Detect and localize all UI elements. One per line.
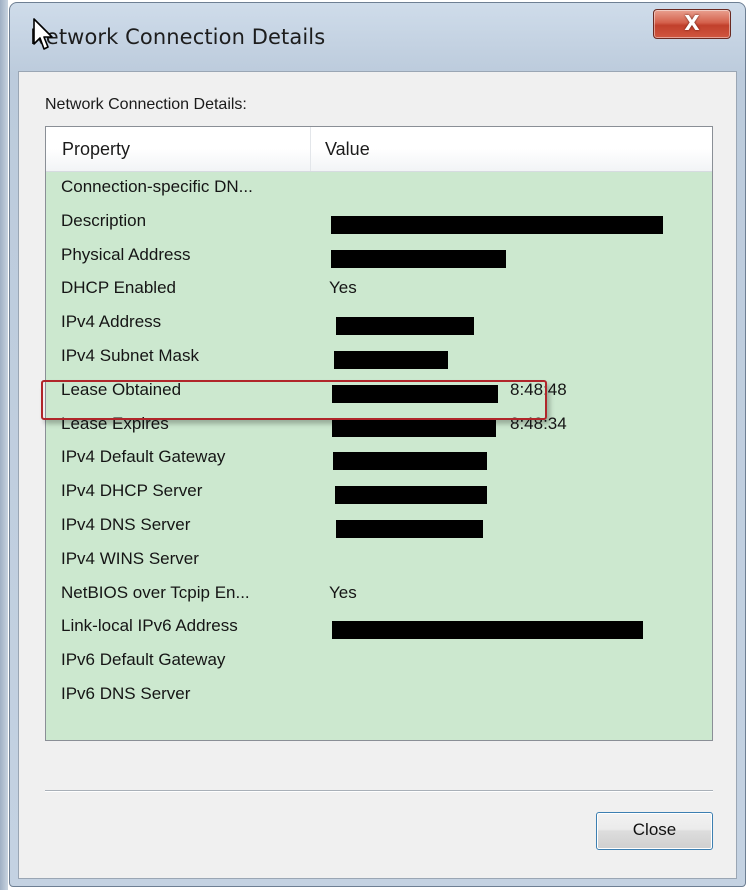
list-item[interactable]: IPv4 Default Gateway bbox=[46, 443, 712, 477]
property-cell: Connection-specific DN... bbox=[61, 177, 253, 196]
property-cell: IPv4 DNS Server bbox=[61, 514, 191, 534]
redacted-value bbox=[331, 215, 663, 234]
list-item[interactable]: DHCP Enabled Yes bbox=[46, 274, 712, 308]
property-cell: IPv6 Default Gateway bbox=[61, 650, 226, 670]
list-item[interactable]: IPv6 Default Gateway bbox=[46, 646, 712, 680]
window-title: Network Connection Details bbox=[30, 25, 326, 49]
value-cell: Yes bbox=[329, 278, 357, 298]
redacted-value bbox=[332, 418, 496, 437]
property-cell: IPv4 DHCP Server bbox=[61, 481, 203, 501]
property-cell: IPv4 Subnet Mask bbox=[61, 345, 199, 365]
list-rows: Connection-specific DN... Description Ph… bbox=[46, 173, 712, 714]
dialog-content: Network Connection Details: Property Val… bbox=[18, 71, 737, 879]
redacted-value bbox=[331, 249, 506, 268]
desktop-background bbox=[0, 0, 8, 890]
list-item[interactable]: Description bbox=[46, 207, 712, 241]
list-item[interactable]: IPv6 DNS Server bbox=[46, 680, 712, 714]
details-label: Network Connection Details: bbox=[45, 96, 247, 113]
list-item[interactable]: IPv4 DNS Server bbox=[46, 511, 712, 545]
mouse-cursor-icon bbox=[33, 18, 53, 50]
property-cell: IPv6 DNS Server bbox=[61, 683, 191, 703]
list-item[interactable]: IPv4 DHCP Server bbox=[46, 477, 712, 511]
divider bbox=[45, 790, 713, 792]
column-header-property[interactable]: Property bbox=[46, 127, 311, 171]
property-cell: IPv4 Address bbox=[61, 312, 162, 332]
redacted-value bbox=[333, 452, 487, 471]
redacted-value bbox=[336, 519, 483, 538]
column-header-value[interactable]: Value bbox=[312, 127, 712, 171]
redacted-value bbox=[332, 621, 643, 640]
redacted-value bbox=[334, 350, 448, 369]
ipv4-address-highlight bbox=[41, 380, 547, 420]
list-item[interactable]: Connection-specific DN... bbox=[46, 173, 712, 207]
list-item[interactable]: Physical Address bbox=[46, 241, 712, 275]
close-button[interactable]: Close bbox=[596, 812, 713, 850]
redacted-value bbox=[336, 317, 474, 336]
value-cell: Yes bbox=[329, 582, 357, 602]
property-cell: Description bbox=[61, 210, 147, 230]
list-header: Property Value bbox=[46, 127, 712, 172]
list-item[interactable]: NetBIOS over Tcpip En... Yes bbox=[46, 579, 712, 613]
title-close-button[interactable]: X bbox=[653, 9, 731, 39]
property-cell: IPv4 WINS Server bbox=[61, 548, 199, 568]
list-item[interactable]: Link-local IPv6 Address bbox=[46, 612, 712, 646]
close-icon: X bbox=[684, 11, 700, 35]
details-list[interactable]: Property Value Connection-specific DN...… bbox=[45, 126, 713, 741]
network-connection-details-dialog: Network Connection Details X Network Con… bbox=[9, 2, 746, 887]
property-cell: Link-local IPv6 Address bbox=[61, 616, 238, 636]
property-cell: NetBIOS over Tcpip En... bbox=[61, 582, 250, 602]
list-item[interactable]: IPv4 WINS Server bbox=[46, 545, 712, 579]
list-item[interactable]: IPv4 Address bbox=[46, 308, 712, 342]
property-cell: DHCP Enabled bbox=[61, 278, 176, 298]
redacted-value bbox=[335, 486, 487, 505]
property-cell: IPv4 Default Gateway bbox=[61, 447, 226, 467]
title-bar[interactable]: Network Connection Details X bbox=[10, 3, 745, 71]
list-item[interactable]: IPv4 Subnet Mask bbox=[46, 342, 712, 376]
property-cell: Physical Address bbox=[61, 244, 191, 264]
